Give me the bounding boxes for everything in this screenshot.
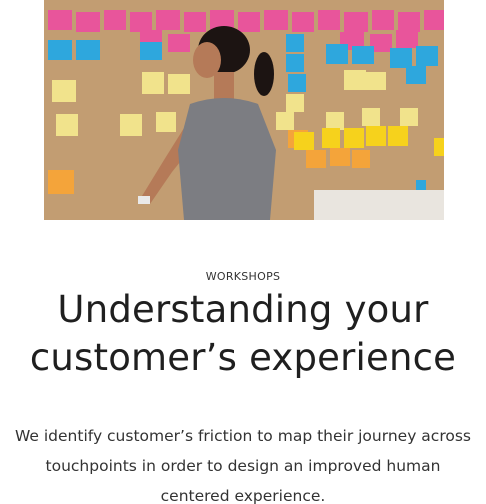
section-description: We identify customer’s friction to map t… bbox=[0, 421, 486, 504]
description-line-2: touchpoints in order to design an improv… bbox=[45, 457, 441, 475]
workshop-section: WORKSHOPS Understanding your customer’s … bbox=[0, 0, 486, 504]
description-line-1: We identify customer’s friction to map t… bbox=[14, 427, 471, 445]
section-title-line-1: Understanding your bbox=[57, 288, 429, 331]
section-title: Understanding your customer’s experience bbox=[0, 286, 486, 382]
section-title-line-2: customer’s experience bbox=[29, 336, 457, 379]
section-eyebrow: WORKSHOPS bbox=[205, 270, 281, 283]
hero-image bbox=[44, 0, 444, 220]
description-line-3: centered experience. bbox=[160, 487, 326, 504]
workshop-photo-illustration bbox=[44, 0, 444, 220]
